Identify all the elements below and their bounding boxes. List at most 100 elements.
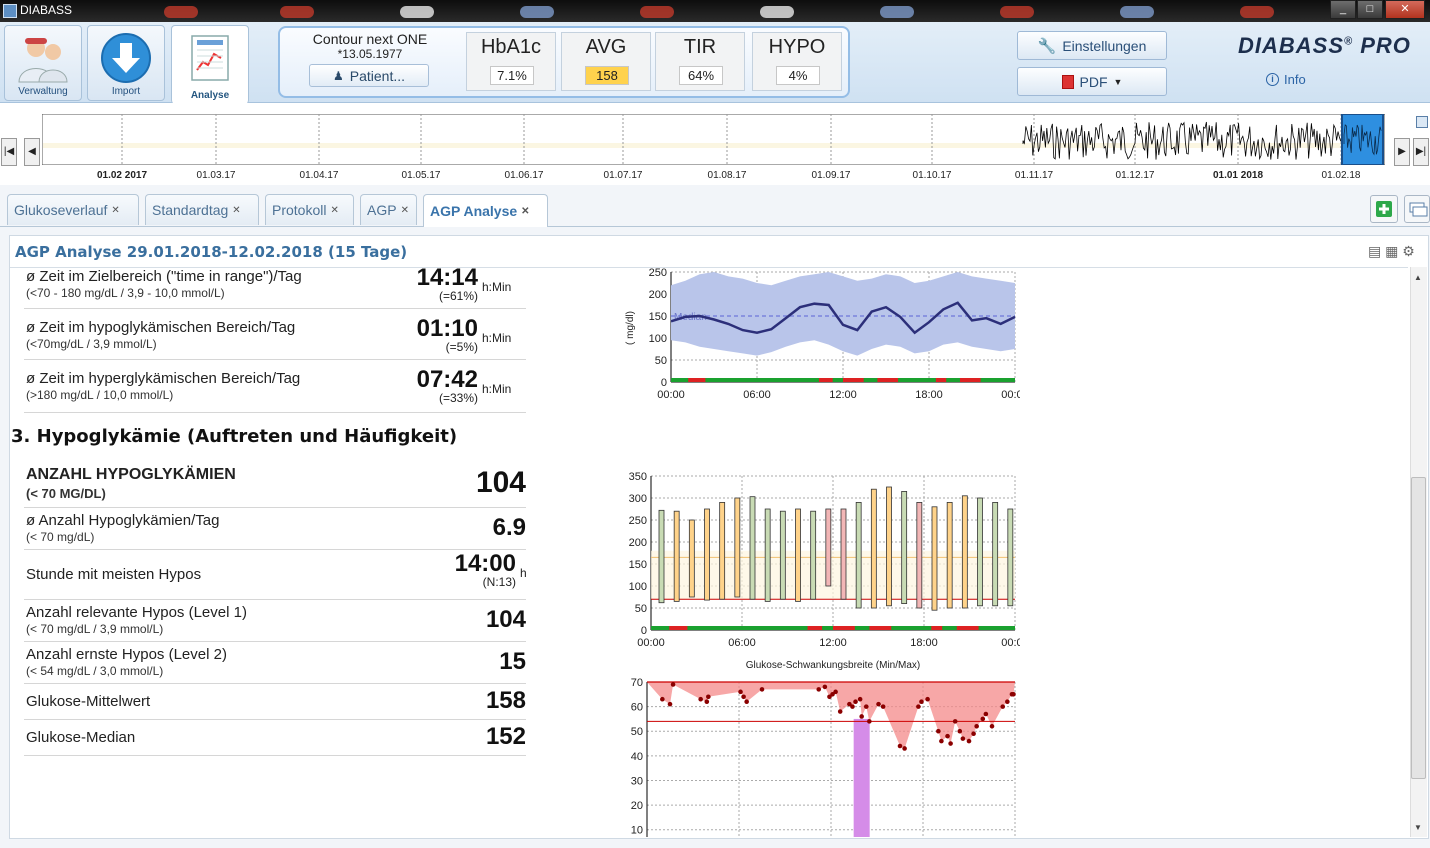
export-icon[interactable]: ▦ xyxy=(1385,243,1398,259)
stat-hypo-value: 4% xyxy=(776,66,820,85)
metric-value: 152 xyxy=(485,723,526,750)
stat-avg-label: AVG xyxy=(585,36,627,58)
windows-button[interactable] xyxy=(1404,195,1430,223)
add-tab-button[interactable] xyxy=(1370,195,1398,223)
nav-verwaltung-button[interactable]: Verwaltung xyxy=(4,25,82,101)
minmax-bar xyxy=(673,510,680,602)
hypo-point xyxy=(816,687,822,692)
hypo-point xyxy=(939,738,944,744)
hypo-point xyxy=(863,704,869,709)
metric-sublabel: (<70mg/dL / 3,9 mmol/L) xyxy=(26,337,157,351)
tab-label: AGP xyxy=(367,202,397,218)
metric-percent: (=5%) xyxy=(445,340,478,354)
timeline-tick: 01.04.17 xyxy=(299,170,339,181)
y-tick-label: 100 xyxy=(629,581,647,593)
timeline-tick: 01.06.17 xyxy=(504,170,544,181)
timeline-last-button[interactable]: ▶| xyxy=(1413,138,1429,166)
minmax-bar xyxy=(825,508,832,587)
timeline-tick: 01.02.18 xyxy=(1321,170,1361,181)
y-tick-label: 10 xyxy=(631,825,643,837)
hypo-point xyxy=(916,704,921,709)
timeline-tick: 01.02 2017 xyxy=(96,170,148,181)
scroll-down-icon[interactable]: ▼ xyxy=(1414,823,1422,832)
minmax-bar xyxy=(764,508,771,602)
metric-label: Glukose-Median xyxy=(26,729,136,746)
hypo-strip xyxy=(651,626,1015,630)
minmax-bar xyxy=(749,496,756,600)
percentile-band xyxy=(671,272,1015,356)
info-link[interactable]: i Info xyxy=(1266,72,1306,87)
pdf-button[interactable]: PDF ▼ xyxy=(1017,67,1167,96)
x-tick-label: 18:00 xyxy=(910,637,938,649)
minmax-bar xyxy=(870,488,877,609)
timeline-chart[interactable] xyxy=(42,114,1385,165)
window-titlebar: DIABASS _ □ ✕ xyxy=(0,0,1430,22)
stat-hypo-label: HYPO xyxy=(768,36,826,58)
nav-import-button[interactable]: Import xyxy=(87,25,165,101)
minmax-bar xyxy=(810,510,817,600)
scroll-up-icon[interactable]: ▲ xyxy=(1414,273,1422,282)
nav-analyse-button[interactable]: Analyse xyxy=(171,25,249,104)
maximize-button[interactable]: □ xyxy=(1357,0,1383,19)
metric-label: Anzahl ernste Hypos (Level 2) xyxy=(26,646,227,663)
hypo-point xyxy=(738,689,743,695)
gear-icon[interactable]: ⚙ xyxy=(1402,243,1415,259)
minimize-button[interactable]: _ xyxy=(1330,0,1356,19)
y-tick-label: 0 xyxy=(641,625,647,637)
minmax-bar xyxy=(855,502,862,609)
tab-label: Protokoll xyxy=(272,202,327,218)
x-tick-label: 00:00 xyxy=(657,389,685,401)
hypo-point xyxy=(880,704,886,709)
hypo-point xyxy=(925,696,930,702)
tab-agp[interactable]: AGP ✕ xyxy=(360,194,417,225)
timeline-tick: 01.11.17 xyxy=(1014,170,1054,181)
print-icon[interactable]: ▤ xyxy=(1368,243,1381,259)
patient-button[interactable]: ♟ Patient... xyxy=(309,64,429,87)
metric-value: 104 xyxy=(475,466,526,499)
y-tick-label: 50 xyxy=(631,726,643,738)
tab-glukoseverlauf[interactable]: Glukoseverlauf ✕ xyxy=(7,194,139,225)
hypo-point xyxy=(902,746,907,751)
tab-standardtag[interactable]: Standardtag ✕ xyxy=(145,194,259,225)
worst-hour-highlight xyxy=(853,718,870,837)
hypo-scatter-chart: 10 20 30 40 50 60 70 xyxy=(631,678,1016,837)
tab-agp-analyse[interactable]: AGP Analyse ✕ xyxy=(423,194,548,227)
close-button[interactable]: ✕ xyxy=(1385,0,1425,19)
person-icon: ♟ xyxy=(332,68,344,83)
timeline-prev-button[interactable]: ◀ xyxy=(24,138,40,166)
y-tick-label: 300 xyxy=(629,493,647,505)
minmax-bar xyxy=(734,497,741,598)
tab-label: Standardtag xyxy=(152,202,229,218)
doctors-icon xyxy=(18,38,68,83)
x-tick-label: 18:00 xyxy=(915,389,943,401)
calendar-icon[interactable] xyxy=(1416,116,1428,128)
metric-unit: h:Min xyxy=(482,331,512,345)
hypo-point xyxy=(989,724,995,729)
minmax-bar xyxy=(886,486,892,607)
timeline-first-button[interactable]: |◀ xyxy=(1,138,17,166)
tab-protokoll[interactable]: Protokoll ✕ xyxy=(265,194,354,225)
windows-icon xyxy=(1409,202,1428,217)
timeline-next-button[interactable]: ▶ xyxy=(1394,138,1410,166)
close-tab-icon[interactable]: ✕ xyxy=(232,205,240,216)
metric-unit: h:Min xyxy=(482,382,512,396)
close-tab-icon[interactable]: ✕ xyxy=(330,205,338,216)
hypo-point xyxy=(837,709,843,714)
metric-row: ø Zeit im hyperglykämischen Bereich/Tag(… xyxy=(24,366,526,413)
close-tab-icon[interactable]: ✕ xyxy=(111,205,119,216)
timeline-tick: 01.08.17 xyxy=(707,170,747,181)
minmax-bar-chart: 0 50 100 150 200 250 300 350 00:00 06:00 12:00 18:0… xyxy=(629,471,1020,671)
y-tick-label: 200 xyxy=(629,537,647,549)
stat-tir-label: TIR xyxy=(683,36,717,58)
timeline-tick: 01.07.17 xyxy=(603,170,643,181)
scroll-content: ø Zeit im Zielbereich ("time in range")/… xyxy=(10,267,1408,837)
x-tick-label: 00:00 xyxy=(1001,389,1020,401)
timeline-tick: 01.09.17 xyxy=(811,170,851,181)
metric-row: ø Zeit im Zielbereich ("time in range")/… xyxy=(24,268,526,309)
settings-button[interactable]: 🔧 Einstellungen xyxy=(1017,31,1167,60)
close-tab-icon[interactable]: ✕ xyxy=(521,206,529,217)
close-tab-icon[interactable]: ✕ xyxy=(401,205,409,216)
metric-percent: (N:13) xyxy=(482,575,516,589)
metric-percent: (=33%) xyxy=(438,391,478,405)
scrollbar-thumb[interactable] xyxy=(1411,477,1426,779)
